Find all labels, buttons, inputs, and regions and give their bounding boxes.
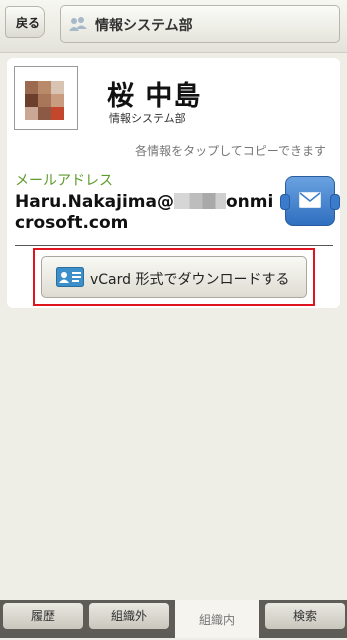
- tab-label: 検索: [292, 609, 317, 623]
- email-prefix: Haru.Nakajima@: [15, 192, 174, 212]
- redacted-block: [173, 193, 226, 209]
- send-mail-button[interactable]: [280, 176, 340, 226]
- tab-label: 履歴: [30, 609, 55, 623]
- tab-external[interactable]: 組織外: [89, 603, 169, 629]
- copy-hint: 各情報をタップしてコピーできます: [135, 144, 326, 158]
- back-button-label: 戻る: [15, 16, 40, 30]
- email-value[interactable]: Haru.Nakajima@ onmicrosoft.com: [15, 192, 275, 234]
- department-title: 情報システム部: [95, 18, 193, 34]
- vcard-download-button[interactable]: vCard 形式でダウンロードする: [41, 256, 307, 298]
- vcard-download-label: vCard 形式でダウンロードする: [90, 272, 290, 288]
- tab-label: 組織外: [110, 609, 147, 623]
- tab-bar: 履歴 組織外 組織内 検索: [0, 600, 347, 638]
- contact-card: 桜 中島 情報システム部 各情報をタップしてコピーできます メールアドレス Ha…: [7, 58, 340, 308]
- person-name[interactable]: 桜 中島: [107, 74, 201, 113]
- envelope-icon: [299, 192, 321, 208]
- tab-search[interactable]: 検索: [265, 603, 345, 629]
- email-label: メールアドレス: [15, 173, 113, 189]
- back-button[interactable]: 戻る: [5, 6, 45, 38]
- avatar: [14, 66, 78, 130]
- tab-history[interactable]: 履歴: [3, 603, 83, 629]
- contact-card-icon: [56, 267, 84, 287]
- people-icon: [69, 17, 87, 31]
- tab-internal[interactable]: 組織内: [175, 600, 259, 638]
- person-department[interactable]: 情報システム部: [109, 110, 186, 126]
- top-bar: 戻る 情報システム部: [0, 0, 347, 53]
- divider: [15, 245, 333, 246]
- tab-label: 組織内: [198, 613, 235, 627]
- department-title-bar: 情報システム部: [60, 5, 340, 43]
- vcard-highlight-frame: vCard 形式でダウンロードする: [33, 248, 315, 306]
